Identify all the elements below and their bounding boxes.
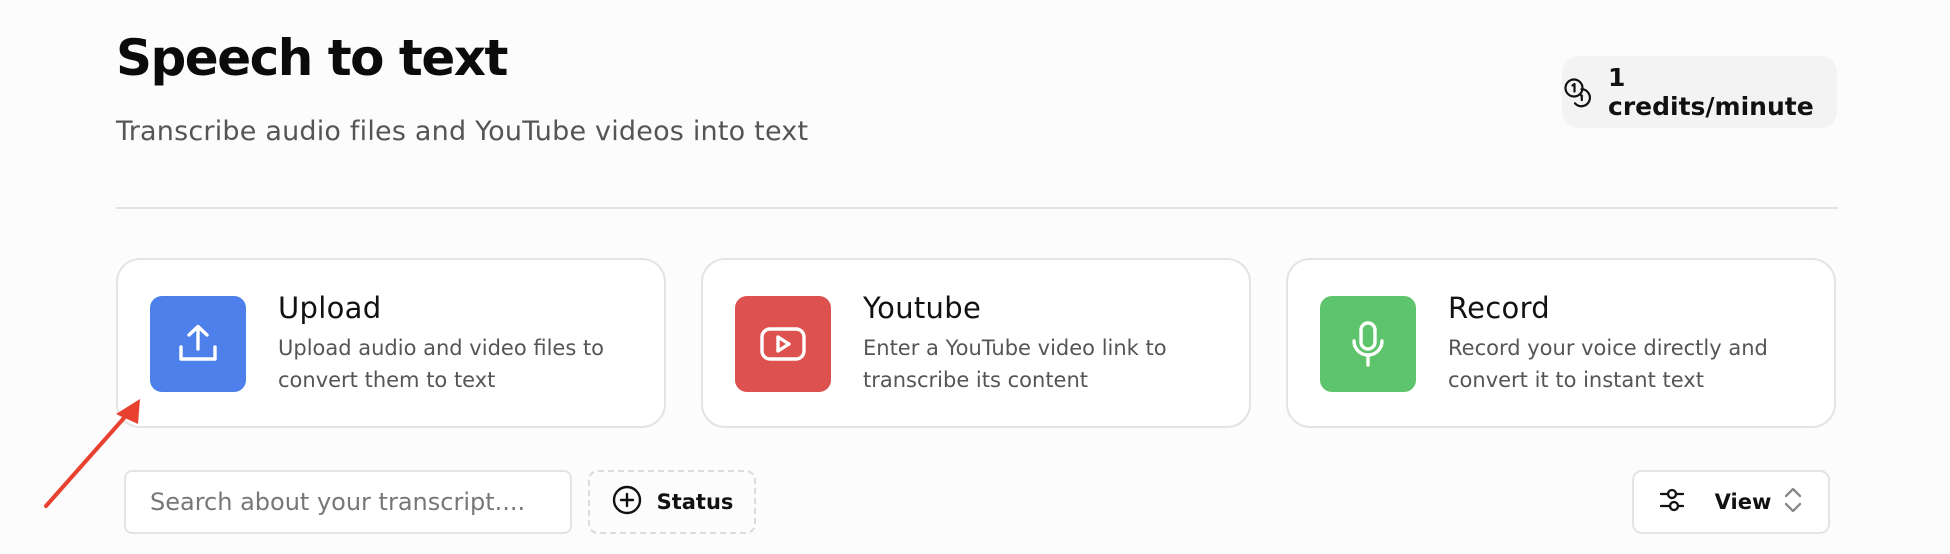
card-title: Upload	[278, 291, 382, 325]
sliders-icon	[1658, 486, 1686, 519]
credits-badge: 1 credits/minute	[1562, 56, 1837, 128]
view-label: View	[1714, 490, 1772, 514]
page-subtitle: Transcribe audio files and YouTube video…	[116, 116, 809, 147]
page-title: Speech to text	[116, 29, 508, 87]
search-input[interactable]	[124, 470, 572, 534]
status-label: Status	[656, 490, 734, 514]
card-description: Record your voice directly and convert i…	[1448, 336, 1768, 392]
card-title: Record	[1448, 291, 1550, 325]
plus-circle-icon	[611, 484, 643, 521]
upload-card[interactable]: Upload Upload audio and video files to c…	[116, 258, 666, 428]
card-description: Enter a YouTube video link to transcribe…	[863, 336, 1167, 392]
card-description: Upload audio and video files to convert …	[278, 336, 605, 392]
record-card[interactable]: Record Record your voice directly and co…	[1286, 258, 1836, 428]
upload-icon	[150, 296, 246, 392]
youtube-card[interactable]: Youtube Enter a YouTube video link to tr…	[701, 258, 1251, 428]
view-button[interactable]: View	[1632, 470, 1830, 534]
page: Speech to text Transcribe audio files an…	[0, 0, 1950, 554]
youtube-icon	[735, 296, 831, 392]
microphone-icon	[1320, 296, 1416, 392]
status-filter-button[interactable]: Status	[588, 470, 756, 534]
credits-label: 1 credits/minute	[1608, 63, 1814, 121]
chevron-up-down-icon	[1782, 485, 1804, 520]
card-title: Youtube	[863, 291, 982, 325]
coins-icon	[1562, 76, 1594, 108]
divider	[116, 207, 1838, 209]
